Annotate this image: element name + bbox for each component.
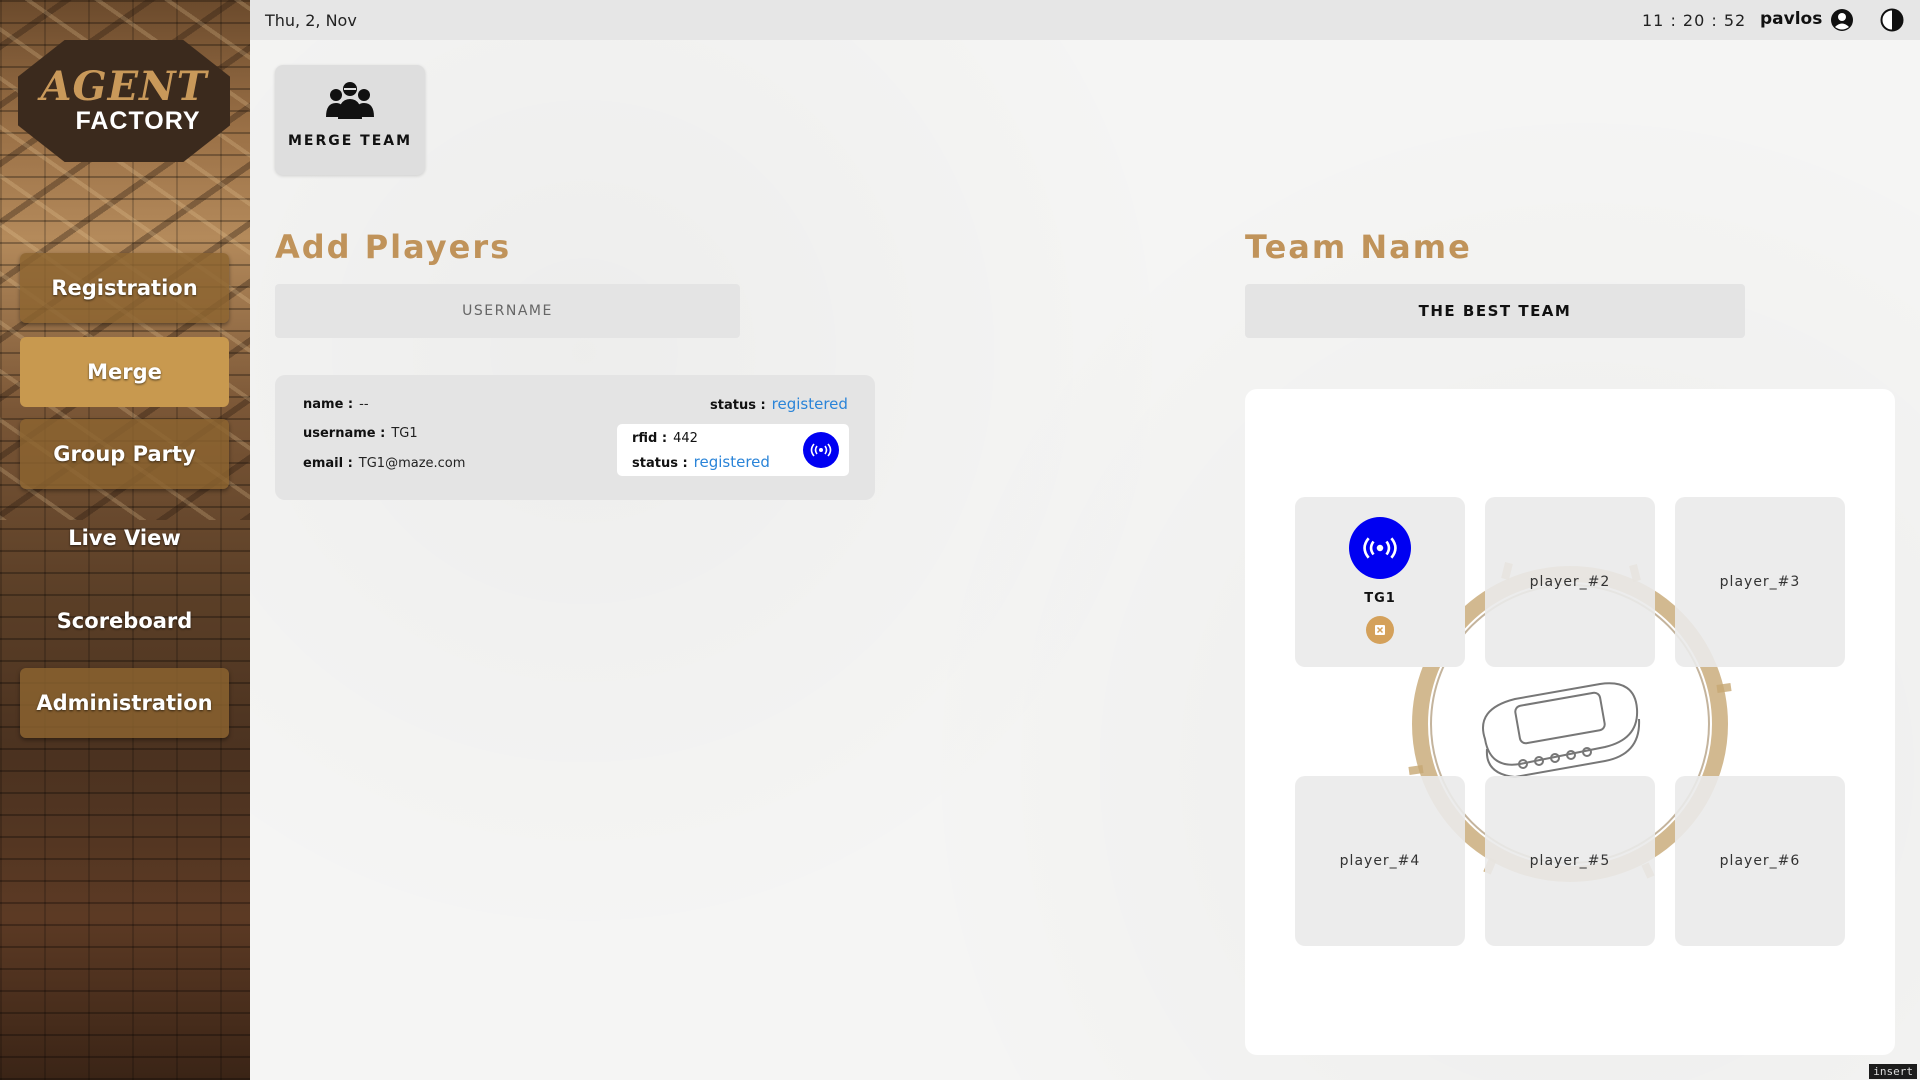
insert-mode-badge: insert <box>1869 1064 1917 1079</box>
team-name-input[interactable] <box>1245 284 1745 338</box>
username-input[interactable] <box>275 284 740 338</box>
player-email-row: email : TG1@maze.com <box>303 456 465 471</box>
player-name-label: name : <box>303 397 354 412</box>
remove-player-button[interactable] <box>1366 616 1394 644</box>
team-slot-6[interactable]: player_#6 <box>1675 776 1845 946</box>
team-name-title: Team Name <box>1245 228 1472 266</box>
top-bar: Thu, 2, Nov 11 : 20 : 52 pavlos <box>250 0 1920 40</box>
team-slot-6-label: player_#6 <box>1719 853 1801 869</box>
rfid-signal-icon <box>810 443 832 457</box>
rfid-row: rfid : 442 <box>632 431 698 446</box>
player-name-value: -- <box>359 397 369 412</box>
team-slot-2-label: player_#2 <box>1529 574 1611 590</box>
user-circle-icon[interactable] <box>1830 8 1854 32</box>
agent-factory-logo: AGENT FACTORY <box>18 40 230 162</box>
merge-team-label: MERGE TEAM <box>287 133 413 149</box>
sidebar-item-registration[interactable]: Registration <box>20 253 229 323</box>
player-name-row: name : -- <box>303 397 369 412</box>
player-info-card: name : -- username : TG1 email : TG1@maze.c… <box>275 375 875 500</box>
player-username-label: username : <box>303 426 386 441</box>
rfid-status-value: registered <box>693 453 770 471</box>
sidebar-item-merge[interactable]: Merge <box>20 337 229 407</box>
player-username-value: TG1 <box>391 426 418 441</box>
close-icon <box>1375 625 1385 635</box>
rfid-status-row: status : registered <box>632 453 770 471</box>
logo-line-2: FACTORY <box>75 107 201 135</box>
sidebar-item-live-view[interactable]: Live View <box>20 503 229 573</box>
player-username-row: username : TG1 <box>303 426 418 441</box>
team-slot-3-label: player_#3 <box>1719 574 1801 590</box>
sidebar: AGENT FACTORY Registration Merge Group P… <box>0 0 250 1080</box>
logo-line-1: AGENT <box>40 63 208 110</box>
team-slot-5-label: player_#5 <box>1529 853 1611 869</box>
sidebar-item-scoreboard[interactable]: Scoreboard <box>20 586 229 656</box>
team-slot-2[interactable]: player_#2 <box>1485 497 1655 667</box>
current-date: Thu, 2, Nov <box>265 11 357 30</box>
merge-team-button[interactable]: MERGE TEAM <box>275 65 425 175</box>
team-slot-4[interactable]: player_#4 <box>1295 776 1465 946</box>
rfid-signal-icon <box>1363 537 1397 559</box>
username-display[interactable]: pavlos <box>1760 9 1822 29</box>
player-status-value: registered <box>771 395 848 413</box>
rfid-box: rfid : 442 status : registered <box>617 424 849 476</box>
team-slot-4-label: player_#4 <box>1339 853 1421 869</box>
add-players-title: Add Players <box>275 228 512 266</box>
rfid-label: rfid : <box>632 431 668 446</box>
team-slot-3[interactable]: player_#3 <box>1675 497 1845 667</box>
sidebar-item-group-party[interactable]: Group Party <box>20 419 229 489</box>
team-slot-5[interactable]: player_#5 <box>1485 776 1655 946</box>
player-status-row: status : registered <box>710 395 848 413</box>
player-status-label: status : <box>710 398 766 413</box>
rfid-add-button[interactable] <box>803 432 839 468</box>
player-email-label: email : <box>303 456 353 471</box>
team-slot-1[interactable]: TG1 <box>1295 497 1465 667</box>
team-slots-panel: TG1 player_#2 player_#3 player_#4 player… <box>1245 389 1895 1055</box>
contrast-icon[interactable] <box>1880 8 1904 32</box>
player-rfid-avatar <box>1349 517 1411 579</box>
rfid-value: 442 <box>673 431 698 446</box>
player-email-value: TG1@maze.com <box>358 456 466 471</box>
sidebar-item-administration[interactable]: Administration <box>20 668 229 738</box>
team-slot-1-label: TG1 <box>1364 591 1396 606</box>
rfid-status-label: status : <box>632 456 688 471</box>
group-icon <box>326 82 374 119</box>
current-time: 11 : 20 : 52 <box>1642 11 1747 30</box>
